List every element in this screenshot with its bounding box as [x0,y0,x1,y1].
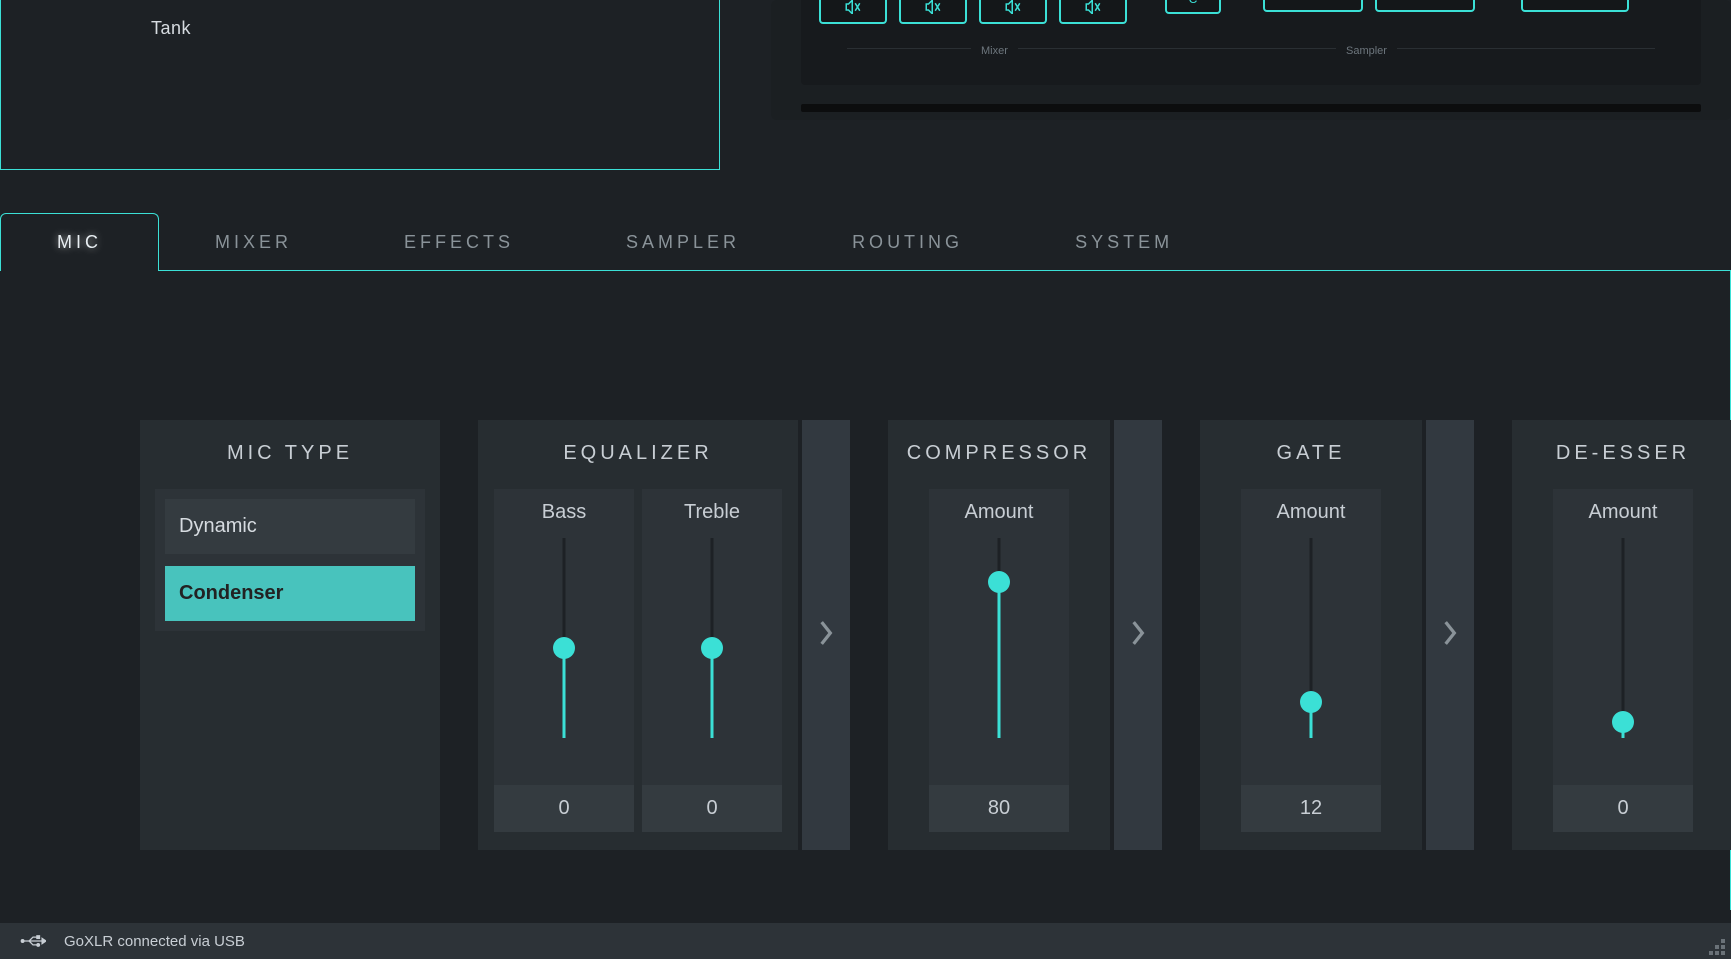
gate-title: GATE [1277,442,1346,465]
eq-treble-value: 0 [642,785,782,832]
tab-mic[interactable]: MIC [0,213,159,271]
eq-treble-label: Treble [684,501,740,524]
eq-bass-slider[interactable]: Bass 0 [494,489,634,832]
hardware-base [801,104,1701,112]
deesser-value: 0 [1553,785,1693,832]
mute-button-4[interactable] [1059,0,1127,24]
mute-button-1[interactable] [819,0,887,24]
compressor-group: COMPRESSOR Amount 80 [888,420,1162,850]
status-bar: GoXLR connected via USB [0,923,1731,959]
mic-type-title: MIC TYPE [227,442,353,465]
gate-panel: GATE Amount 12 [1200,420,1422,850]
gate-expand[interactable] [1426,420,1474,850]
equalizer-group: EQUALIZER Bass 0 Treble [478,420,850,850]
compressor-panel: COMPRESSOR Amount 80 [888,420,1110,850]
mute-button-2[interactable] [899,0,967,24]
bank-c-button[interactable]: C [1165,0,1221,14]
tab-effects[interactable]: EFFECTS [348,213,570,271]
hardware-preview: C Mixer Sampler [771,0,1731,120]
hardware-sampler-label: Sampler [1336,45,1397,57]
deesser-title: DE-ESSER [1556,442,1690,465]
deesser-slider[interactable]: Amount 0 [1553,489,1693,832]
compressor-value: 80 [929,785,1069,832]
usb-icon [20,933,46,949]
chevron-right-icon [1129,620,1147,651]
compressor-slider-label: Amount [965,501,1034,524]
mute-button-3[interactable] [979,0,1047,24]
equalizer-expand[interactable] [802,420,850,850]
gate-slider[interactable]: Amount 12 [1241,489,1381,832]
chevron-right-icon [817,620,835,651]
profile-dropdown[interactable]: Tank [0,0,720,170]
compressor-title: COMPRESSOR [907,442,1091,465]
eq-treble-slider[interactable]: Treble 0 [642,489,782,832]
deesser-slider-label: Amount [1589,501,1658,524]
compressor-slider[interactable]: Amount 80 [929,489,1069,832]
sample-button-1[interactable] [1263,0,1363,12]
cough-mic-button[interactable] [1521,0,1629,12]
tab-sampler[interactable]: SAMPLER [570,213,796,271]
profile-item[interactable]: Tank [21,10,699,47]
tab-system[interactable]: SYSTEM [1019,213,1229,271]
compressor-expand[interactable] [1114,420,1162,850]
gate-group: GATE Amount 12 [1200,420,1474,850]
tab-mixer[interactable]: MIXER [159,213,348,271]
mic-type-condenser[interactable]: Condenser [165,566,415,621]
hardware-mixer-label: Mixer [971,45,1018,57]
gate-value: 12 [1241,785,1381,832]
chevron-right-icon [1441,620,1459,651]
resize-grip[interactable] [1705,935,1725,955]
deesser-panel: DE-ESSER Amount 0 [1512,420,1731,850]
main-tab-bar: MIC MIXER EFFECTS SAMPLER ROUTING SYSTEM [0,213,1731,271]
mic-type-list: Dynamic Condenser [155,489,425,631]
equalizer-panel: EQUALIZER Bass 0 Treble [478,420,798,850]
tab-routing[interactable]: ROUTING [796,213,1019,271]
mic-type-dynamic[interactable]: Dynamic [165,499,415,554]
gate-slider-label: Amount [1277,501,1346,524]
sample-button-2[interactable] [1375,0,1475,12]
eq-bass-label: Bass [542,501,586,524]
mic-panels: MIC TYPE Dynamic Condenser EQUALIZER Bas… [140,420,1731,850]
equalizer-title: EQUALIZER [563,442,712,465]
mic-type-panel: MIC TYPE Dynamic Condenser [140,420,440,850]
eq-bass-value: 0 [494,785,634,832]
status-text: GoXLR connected via USB [64,933,245,950]
